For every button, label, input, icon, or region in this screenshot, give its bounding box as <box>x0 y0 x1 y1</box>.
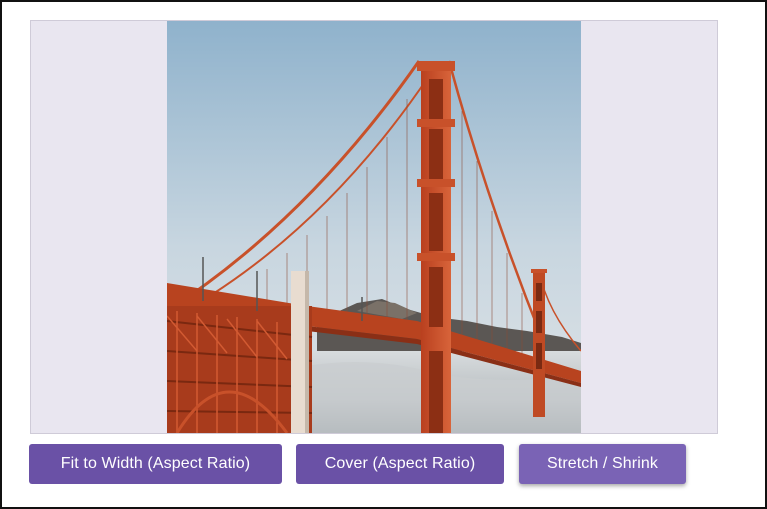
bridge-photo <box>167 21 581 433</box>
image-viewer <box>30 20 718 434</box>
stretch-shrink-button[interactable]: Stretch / Shrink <box>519 444 686 484</box>
app-frame: Fit to Width (Aspect Ratio) Cover (Aspec… <box>0 0 767 509</box>
fit-to-width-button[interactable]: Fit to Width (Aspect Ratio) <box>29 444 282 484</box>
cover-button[interactable]: Cover (Aspect Ratio) <box>296 444 504 484</box>
